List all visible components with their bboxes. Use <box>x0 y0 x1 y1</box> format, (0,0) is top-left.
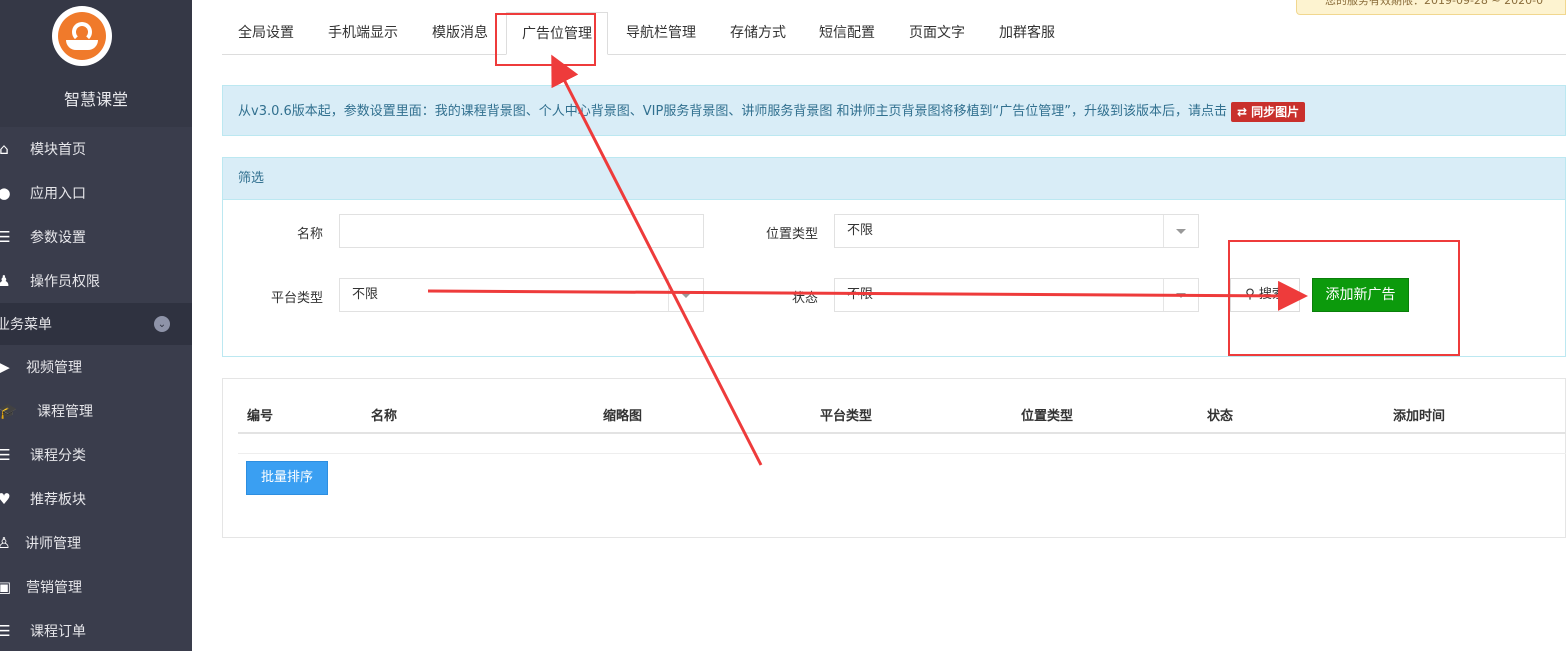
chevron-down-icon[interactable]: ⌄ <box>154 316 170 332</box>
name-label: 名称 <box>296 227 323 242</box>
user-permission-icon: ♟ <box>0 272 11 290</box>
sidebar-item-app-entry[interactable]: ● 应用入口 <box>0 171 192 215</box>
brand-logo <box>52 6 112 66</box>
sidebar-item-course-category[interactable]: ☰ 课程分类 <box>0 433 192 477</box>
tab-page-text[interactable]: 页面文字 <box>909 12 965 54</box>
sidebar-item-recommend[interactable]: ♥ 推荐板块 <box>0 477 192 521</box>
gift-icon: ▣ <box>0 578 12 596</box>
sidebar-item-label: 参数设置 <box>30 230 86 246</box>
sidebar-section-label: 业务菜单 <box>0 317 52 333</box>
sidebar-item-course[interactable]: 🎓 课程管理 <box>0 389 192 433</box>
sidebar-item-teacher[interactable]: ♙ 讲师管理 <box>0 521 192 565</box>
column-header: 编号 <box>247 409 274 424</box>
search-button-label: 搜索 <box>1258 287 1285 302</box>
sidebar-item-module-home[interactable]: ⌂ 模块首页 <box>0 127 192 171</box>
entry-icon: ● <box>0 184 11 202</box>
batch-sort-button[interactable]: 批量排序 <box>246 461 328 495</box>
sidebar: 智慧课堂 ⌂ 模块首页 ● 应用入口 ☰ 参数设置 ♟ 操作员权限 业务菜单 ⌄… <box>0 0 192 651</box>
chevron-down-icon <box>1163 279 1198 311</box>
sidebar-item-label: 应用入口 <box>30 186 86 202</box>
teacher-icon: ♙ <box>0 534 11 552</box>
info-banner: 从v3.0.6版本起，参数设置里面：我的课程背景图、个人中心背景图、VIP服务背… <box>222 85 1566 136</box>
status-label: 状态 <box>791 291 818 306</box>
info-banner-text: 从v3.0.6版本起，参数设置里面：我的课程背景图、个人中心背景图、VIP服务背… <box>238 104 1227 119</box>
platform-type-value: 不限 <box>352 287 379 302</box>
video-icon: ▶ <box>0 358 10 376</box>
sidebar-item-label: 课程管理 <box>37 404 93 420</box>
sidebar-item-label: 讲师管理 <box>25 536 81 552</box>
position-type-select[interactable]: 不限 <box>834 214 1199 248</box>
settings-tabs: 全局设置 手机端显示 模版消息 广告位管理 导航栏管理 存储方式 短信配置 页面… <box>222 12 1566 55</box>
column-header: 位置类型 <box>1021 409 1074 424</box>
table-header: 编号 名称 缩略图 平台类型 位置类型 状态 添加时间 <box>238 393 1566 434</box>
sidebar-item-label: 操作员权限 <box>30 274 100 290</box>
orders-list-icon: ☰ <box>0 622 11 640</box>
brand-area: 智慧课堂 <box>0 0 192 127</box>
table-divider <box>238 453 1566 454</box>
platform-type-select[interactable]: 不限 <box>339 278 704 312</box>
brand-name: 智慧课堂 <box>63 90 128 109</box>
sidebar-item-operator-permission[interactable]: ♟ 操作员权限 <box>0 259 192 303</box>
sidebar-item-label: 课程订单 <box>30 624 86 640</box>
tab-navbar[interactable]: 导航栏管理 <box>626 12 696 54</box>
filter-panel-title: 筛选 <box>223 158 1565 200</box>
sidebar-section-business-menu[interactable]: 业务菜单 ⌄ <box>0 303 192 345</box>
heart-icon: ♥ <box>0 490 11 508</box>
sidebar-item-course-orders[interactable]: ☰ 课程订单 <box>0 609 192 653</box>
chevron-down-icon <box>668 279 703 311</box>
sidebar-menu: ⌂ 模块首页 ● 应用入口 ☰ 参数设置 ♟ 操作员权限 业务菜单 ⌄ ▶ 视频… <box>0 127 192 653</box>
list-icon: ☰ <box>0 446 11 464</box>
column-header: 缩略图 <box>603 409 643 424</box>
chevron-down-icon <box>1163 215 1198 247</box>
tab-group-service[interactable]: 加群客服 <box>999 12 1055 54</box>
sidebar-item-label: 推荐板块 <box>30 492 86 508</box>
sidebar-item-label: 课程分类 <box>30 448 86 464</box>
position-type-value: 不限 <box>847 223 874 238</box>
tab-mobile-display[interactable]: 手机端显示 <box>328 12 398 54</box>
sidebar-item-param-settings[interactable]: ☰ 参数设置 <box>0 215 192 259</box>
name-input[interactable] <box>339 214 704 248</box>
column-header: 平台类型 <box>820 409 873 424</box>
sync-images-button[interactable]: ⇄ 同步图片 <box>1230 101 1306 122</box>
filter-panel: 筛选 名称 位置类型 不限 平台类型 不限 状态 不限 ⚲ 搜索 添加新广告 <box>222 157 1566 357</box>
search-button[interactable]: ⚲ 搜索 <box>1230 278 1300 312</box>
status-select[interactable]: 不限 <box>834 278 1199 312</box>
add-ad-button[interactable]: 添加新广告 <box>1312 278 1409 312</box>
sidebar-item-label: 视频管理 <box>26 360 82 376</box>
tab-ad-position[interactable]: 广告位管理 <box>506 12 608 55</box>
column-header: 名称 <box>371 409 398 424</box>
home-icon: ⌂ <box>0 140 9 158</box>
tab-global-settings[interactable]: 全局设置 <box>238 12 294 54</box>
column-header: 状态 <box>1207 409 1234 424</box>
graduation-cap-icon: 🎓 <box>0 402 18 420</box>
sidebar-item-label: 营销管理 <box>26 580 82 596</box>
tab-sms-config[interactable]: 短信配置 <box>819 12 875 54</box>
sidebar-item-label: 模块首页 <box>30 142 86 158</box>
tab-template-message[interactable]: 模版消息 <box>432 12 488 54</box>
status-value: 不限 <box>847 287 874 302</box>
column-header: 添加时间 <box>1393 409 1446 424</box>
tab-storage[interactable]: 存储方式 <box>730 12 786 54</box>
platform-type-label: 平台类型 <box>270 291 323 306</box>
ad-list-panel: 编号 名称 缩略图 平台类型 位置类型 状态 添加时间 批量排序 <box>222 378 1566 538</box>
search-icon: ⚲ <box>1245 287 1255 302</box>
sidebar-item-video[interactable]: ▶ 视频管理 <box>0 345 192 389</box>
position-type-label: 位置类型 <box>765 227 818 242</box>
sidebar-item-marketing[interactable]: ▣ 营销管理 <box>0 565 192 609</box>
settings-list-icon: ☰ <box>0 228 11 246</box>
